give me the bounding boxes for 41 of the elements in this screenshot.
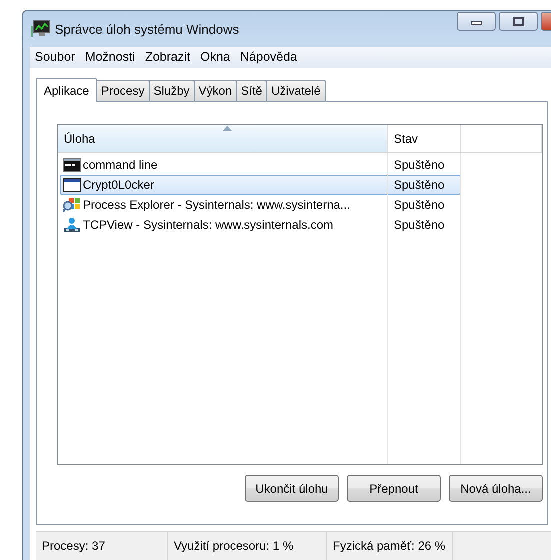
status-text: Procesy: 37	[36, 532, 168, 560]
minimize-button[interactable]	[457, 12, 496, 31]
task-row[interactable]: Process Explorer - Sysinternals: www.sysinterna... Spuštěno	[60, 195, 461, 215]
menu-item[interactable]: Zobrazit	[140, 47, 196, 68]
action-button[interactable]: Nová úloha...	[449, 475, 543, 502]
menu-item[interactable]: Možnosti	[80, 47, 140, 68]
task-row[interactable]: TCPView - Sysinternals: www.sysinternals.com Spuštěno	[60, 215, 461, 235]
tab[interactable]: Uživatelé	[266, 80, 326, 101]
tab[interactable]: Služby	[148, 80, 195, 101]
window-icon	[63, 178, 81, 192]
console-icon	[63, 158, 81, 172]
task-status: Spuštěno	[393, 178, 445, 192]
action-button[interactable]: Ukončit úlohu	[245, 475, 339, 502]
status-text: Fyzická paměť: 26 %	[327, 532, 453, 560]
window-title: Správce úloh systému Windows	[55, 22, 240, 36]
tab[interactable]: Sítě	[236, 80, 268, 101]
action-button[interactable]: Přepnout	[347, 475, 441, 502]
tab[interactable]: Výkon	[194, 80, 238, 101]
task-name: TCPView - Sysinternals: www.sysinternals.com	[83, 218, 334, 232]
maximize-button[interactable]	[499, 12, 538, 31]
task-row[interactable]: Crypt0L0cker Spuštěno	[60, 175, 461, 195]
sort-arrow-icon	[222, 126, 232, 131]
flag-magnifier-icon	[63, 197, 81, 213]
task-status: Spuštěno	[393, 218, 445, 232]
status-text: Využití procesoru: 1 %	[168, 532, 327, 560]
monitor-graph-icon	[31, 20, 51, 38]
menu-item[interactable]: Okna	[196, 47, 236, 68]
column-header[interactable]: Úloha	[58, 125, 388, 152]
tab[interactable]: Procesy	[96, 80, 150, 101]
tab[interactable]: Aplikace	[36, 78, 98, 102]
task-status: Spuštěno	[393, 198, 445, 212]
person-network-icon	[63, 217, 81, 233]
task-row[interactable]: command line Spuštěno	[60, 155, 461, 175]
task-status: Spuštěno	[393, 158, 445, 172]
task-name: Crypt0L0cker	[83, 178, 154, 192]
maximize-icon	[512, 16, 524, 26]
task-name: Process Explorer - Sysinternals: www.sysinterna...	[83, 198, 350, 212]
column-header[interactable]: Stav	[388, 125, 461, 152]
menu-item[interactable]: Soubor	[30, 47, 80, 68]
task-name: command line	[83, 158, 158, 172]
menu-item[interactable]: Nápověda	[235, 47, 302, 68]
